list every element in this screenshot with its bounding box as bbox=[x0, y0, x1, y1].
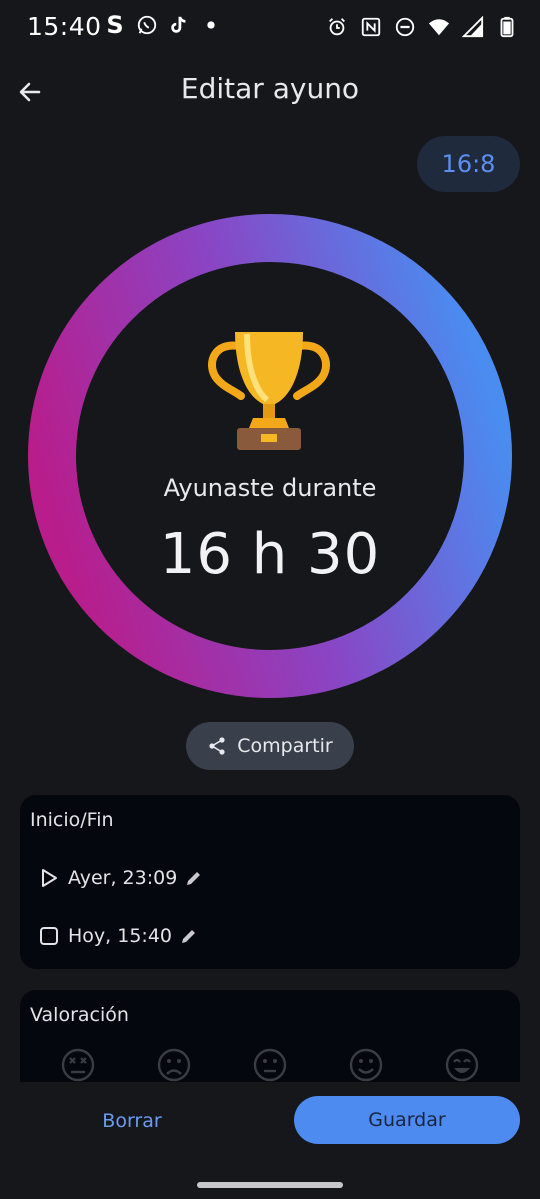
top-app-bar: Editar ayuno bbox=[0, 60, 540, 124]
stop-icon bbox=[40, 927, 58, 945]
battery-icon bbox=[496, 16, 518, 38]
status-right-icons bbox=[326, 16, 518, 38]
face-sad-icon[interactable] bbox=[157, 1048, 191, 1082]
end-time-row[interactable]: Hoy, 15:40 bbox=[38, 920, 198, 952]
share-button[interactable]: Compartir bbox=[186, 722, 354, 770]
fasting-plan-chip[interactable]: 16:8 bbox=[417, 136, 520, 192]
signal-icon bbox=[462, 16, 484, 38]
status-bar: 15:40 S bbox=[0, 0, 540, 58]
bottom-action-bar: Borrar Guardar bbox=[0, 1082, 540, 1199]
fasted-label: Ayunaste durante bbox=[163, 474, 377, 502]
face-happy-icon[interactable] bbox=[445, 1048, 479, 1082]
start-time-row[interactable]: Ayer, 23:09 bbox=[38, 862, 203, 894]
save-button[interactable]: Guardar bbox=[294, 1096, 520, 1144]
start-end-title: Inicio/Fin bbox=[30, 809, 114, 831]
alarm-icon bbox=[326, 16, 348, 38]
delete-button[interactable]: Borrar bbox=[54, 1098, 210, 1144]
s-app-icon: S bbox=[106, 11, 124, 39]
tiktok-icon bbox=[168, 14, 190, 36]
rating-title: Valoración bbox=[30, 1004, 129, 1026]
page-title: Editar ayuno bbox=[180, 72, 360, 105]
fasted-duration: 16 h 30 bbox=[159, 522, 381, 587]
whatsapp-icon bbox=[136, 14, 158, 36]
start-end-card: Inicio/Fin Ayer, 23:09 Hoy, 15:40 bbox=[20, 795, 520, 969]
face-neutral-icon[interactable] bbox=[253, 1048, 287, 1082]
notification-dot-icon bbox=[200, 14, 222, 36]
status-left-icons: S bbox=[104, 11, 222, 39]
pencil-icon bbox=[187, 872, 201, 885]
share-icon bbox=[209, 737, 225, 755]
do-not-disturb-icon bbox=[394, 16, 416, 38]
pencil-icon bbox=[182, 930, 195, 943]
play-icon bbox=[42, 869, 57, 887]
face-dizzy-icon[interactable] bbox=[61, 1048, 95, 1082]
rating-faces bbox=[20, 1048, 520, 1082]
trophy-icon bbox=[201, 318, 337, 454]
face-smile-icon[interactable] bbox=[349, 1048, 383, 1082]
progress-ring-graphic bbox=[28, 214, 512, 698]
status-time: 15:40 bbox=[27, 12, 102, 41]
ring-progress-arc bbox=[28, 214, 512, 698]
start-time-text: Ayer, 23:09 bbox=[68, 867, 178, 889]
wifi-icon bbox=[428, 16, 450, 38]
nfc-icon bbox=[360, 16, 382, 38]
share-label: Compartir bbox=[237, 735, 333, 757]
end-time-text: Hoy, 15:40 bbox=[68, 925, 172, 947]
progress-ring: Ayunaste durante 16 h 30 bbox=[26, 212, 514, 700]
home-indicator[interactable] bbox=[197, 1182, 343, 1188]
